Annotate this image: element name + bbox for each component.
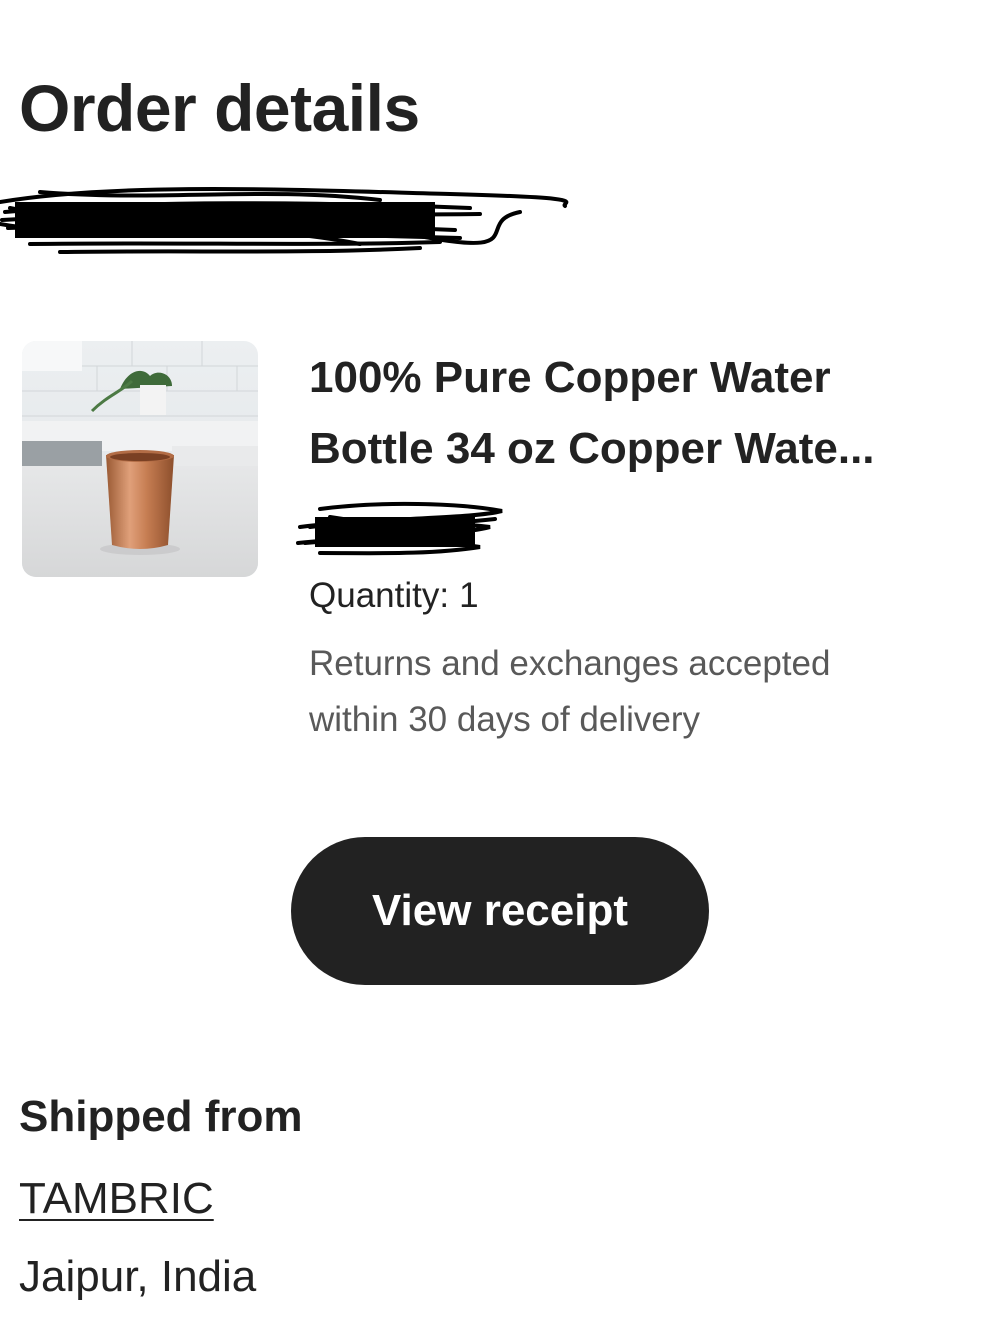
quantity: Quantity: 1 — [309, 576, 479, 616]
product-thumbnail[interactable] — [22, 341, 258, 577]
view-receipt-button[interactable]: View receipt — [291, 837, 709, 985]
item-title[interactable]: 100% Pure Copper Water Bottle 34 oz Copp… — [309, 342, 949, 484]
redaction-scribble-order-number — [0, 187, 569, 254]
copper-cup-photo-icon — [22, 341, 258, 577]
returns-policy-line2: within 30 days of delivery — [309, 700, 701, 739]
quantity-value: 1 — [459, 576, 479, 615]
shop-location: Jaipur, India — [19, 1252, 257, 1301]
returns-policy-line1: Returns and exchanges accepted — [309, 644, 831, 683]
returns-policy: Returns and exchanges accepted within 30… — [309, 636, 959, 748]
shipped-from-heading: Shipped from — [19, 1092, 303, 1141]
page-title: Order details — [19, 71, 420, 145]
item-title-line1: 100% Pure Copper Water — [309, 353, 831, 402]
quantity-label: Quantity: — [309, 576, 450, 615]
redaction-scribble-price — [296, 501, 503, 556]
shop-name-link[interactable]: TAMBRIC — [19, 1174, 214, 1224]
item-title-line2: Bottle 34 oz Copper Wate... — [309, 424, 875, 473]
